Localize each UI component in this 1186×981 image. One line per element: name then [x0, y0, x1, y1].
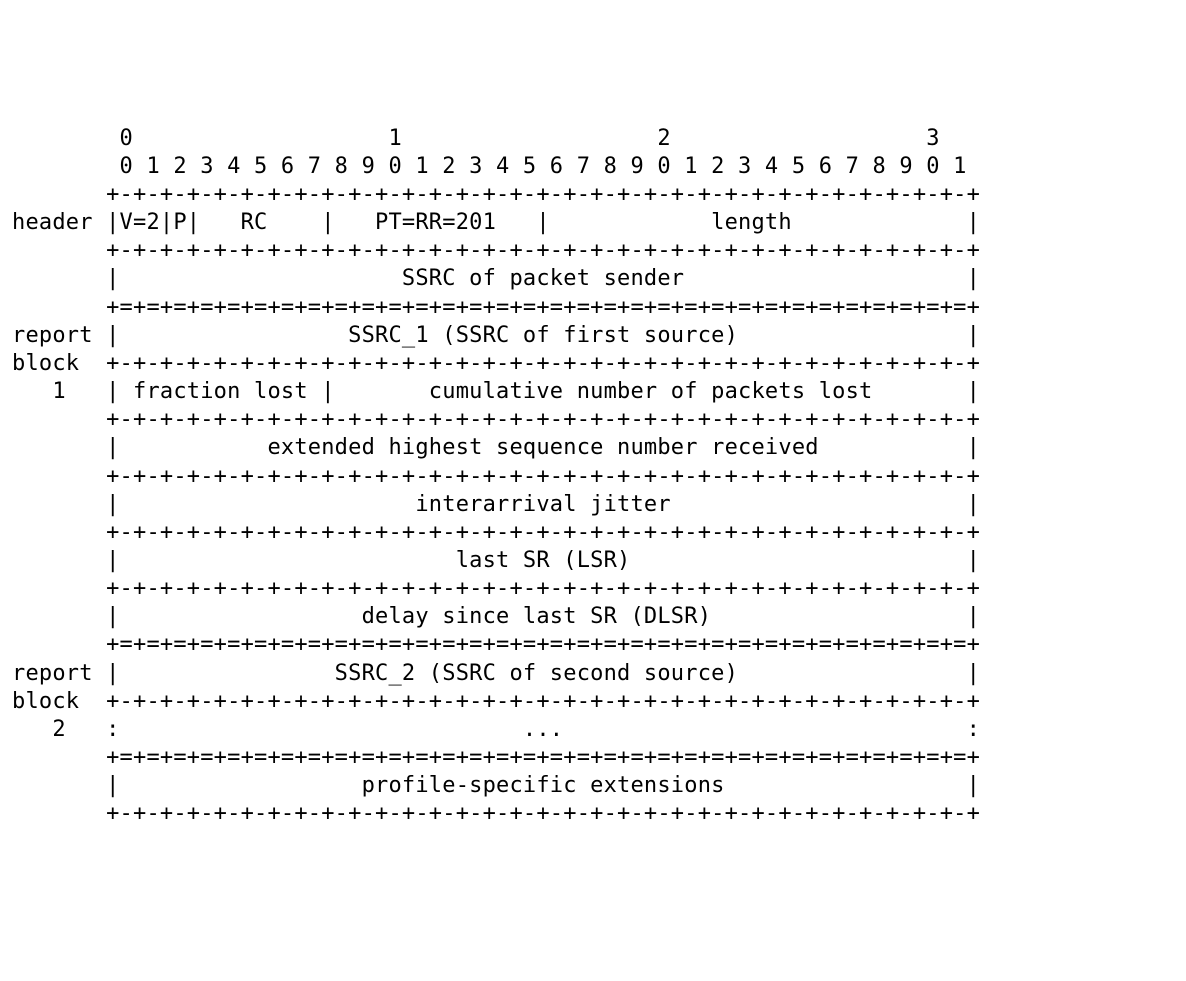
rtcp-rr-packet-diagram: 0 1 2 3 0 1 2 3 4 5 6 7 8 9 0 1 2 3 4 5 … — [12, 125, 1174, 829]
